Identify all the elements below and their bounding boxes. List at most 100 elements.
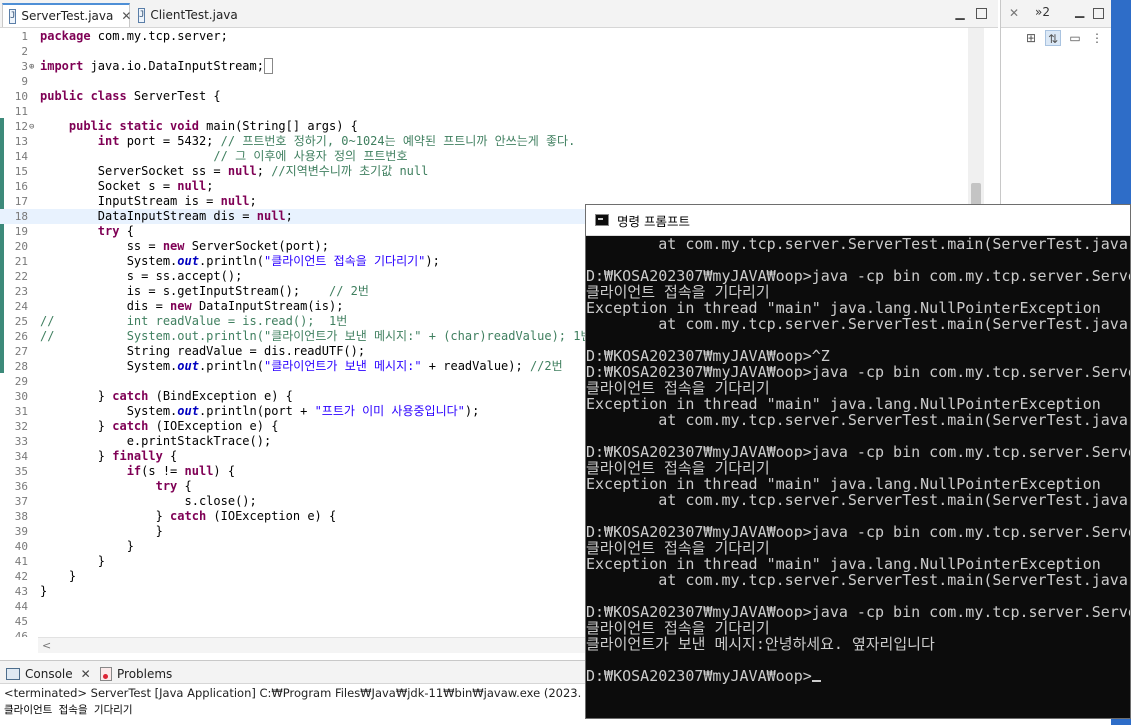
line-number: 18	[14, 210, 28, 223]
code-text: try {	[97, 224, 134, 238]
line-number: 32	[14, 420, 28, 433]
code-line[interactable]: 9	[0, 74, 984, 89]
java-file-icon: J	[138, 7, 146, 23]
collapse-icon[interactable]: ▭	[1067, 30, 1083, 46]
line-number: 35	[14, 465, 28, 478]
expand-icon[interactable]: ⊕	[29, 60, 34, 75]
tab-problems[interactable]: Problems	[100, 664, 172, 684]
code-text: }	[40, 539, 134, 553]
code-text: // System.out.println("클라이언트가 보낸 메시지:" +…	[40, 329, 592, 343]
code-text: InputStream is = null;	[40, 194, 257, 208]
line-number: 36	[14, 480, 28, 493]
cmd-line: D:₩KOSA202307₩myJAVA₩oop>java -cp bin co…	[586, 267, 1131, 285]
sort-icon[interactable]: ⇅	[1045, 30, 1061, 46]
code-line[interactable]: 3 ⊕ import java.io.DataInputStream;	[0, 58, 984, 75]
tab-server-test[interactable]: J ServerTest.java ✕	[2, 3, 131, 27]
java-file-icon: J	[9, 8, 17, 24]
minimize-icon[interactable]: ▁	[953, 6, 967, 20]
tab-label: ServerTest.java	[21, 9, 114, 23]
code-text: ServerSocket ss = null; //지역변수니까 초기값 nul…	[40, 164, 429, 178]
line-number: 29	[14, 375, 28, 388]
cmd-line	[586, 332, 1130, 348]
editor-tab-bar: J ServerTest.java ✕ J ClientTest.java ▁	[0, 0, 998, 28]
cmd-line: Exception in thread "main" java.lang.Nul…	[586, 555, 1101, 573]
cmd-line: 클라이언트 접속을 기다리기	[586, 539, 770, 557]
tab-console[interactable]: Console ✕	[6, 664, 91, 684]
code-text: dis = new DataInputStream(is);	[40, 299, 344, 313]
line-number: 12	[14, 120, 28, 133]
line-number: 33	[14, 435, 28, 448]
scroll-left-arrow-icon[interactable]: <	[42, 639, 51, 652]
line-number: 17	[14, 195, 28, 208]
close-icon[interactable]: ✕	[81, 667, 91, 681]
cmd-line: D:₩KOSA202307₩myJAVA₩oop>	[586, 668, 1130, 684]
text-cursor	[811, 680, 821, 682]
line-number: 41	[14, 555, 28, 568]
code-line[interactable]: 1 package com.my.tcp.server;	[0, 29, 984, 44]
cmd-line: D:₩KOSA202307₩myJAVA₩oop>^Z	[586, 347, 830, 365]
code-line[interactable]: 11	[0, 104, 984, 119]
line-number: 30	[14, 390, 28, 403]
tab-label: ClientTest.java	[150, 8, 238, 22]
code-text: } catch (IOException e) {	[40, 419, 279, 433]
cmd-line: Exception in thread "main" java.lang.Nul…	[586, 299, 1101, 317]
view-menu-icon[interactable]: ⋮	[1089, 30, 1105, 46]
code-text: }	[40, 524, 163, 538]
cmd-line	[586, 588, 1130, 604]
code-text: if(s != null) {	[126, 464, 236, 478]
focus-icon[interactable]: ⊞	[1023, 30, 1039, 46]
cmd-line	[586, 252, 1130, 268]
tab-label: Problems	[117, 667, 173, 681]
view-overflow-button[interactable]: »2	[1035, 5, 1050, 19]
line-number: 1	[21, 30, 28, 43]
line-number: 16	[14, 180, 28, 193]
code-line[interactable]: 14 // 그 이후에 사용자 정의 프트번호	[0, 149, 984, 164]
line-number: 2	[21, 45, 28, 58]
code-line[interactable]: 10 public class ServerTest {	[0, 89, 984, 104]
collapse-icon[interactable]: ⊖	[29, 120, 34, 135]
cmd-output[interactable]: at com.my.tcp.server.ServerTest.main(Ser…	[586, 235, 1131, 684]
tab-client-test[interactable]: J ClientTest.java	[132, 3, 242, 27]
cmd-line: at com.my.tcp.server.ServerTest.main(Ser…	[586, 315, 1131, 333]
cmd-title: 명령 프롬프트	[617, 213, 690, 229]
code-line[interactable]: 15 ServerSocket ss = null; //지역변수니까 초기값 …	[0, 164, 984, 179]
line-number: 20	[14, 240, 28, 253]
line-number: 26	[14, 330, 28, 343]
cmd-line: at com.my.tcp.server.ServerTest.main(Ser…	[586, 411, 1131, 429]
cmd-line: at com.my.tcp.server.ServerTest.main(Ser…	[586, 235, 1131, 253]
code-text: String readValue = dis.readUTF();	[40, 344, 366, 358]
maximize-icon[interactable]	[1093, 8, 1104, 19]
code-text: import java.io.DataInputStream;	[40, 58, 274, 74]
line-number: 24	[14, 300, 28, 313]
close-icon[interactable]: ✕	[121, 9, 131, 23]
code-text: is = s.getInputStream(); // 2번	[40, 284, 369, 298]
code-text: }	[40, 554, 106, 568]
code-text: s.close();	[40, 494, 257, 508]
code-line[interactable]: 2	[0, 44, 984, 59]
code-text: DataInputStream dis = null;	[40, 209, 293, 223]
maximize-icon[interactable]	[976, 8, 987, 19]
console-icon	[6, 668, 20, 680]
code-text: }	[40, 569, 77, 583]
code-line[interactable]: 13 int port = 5432; // 프트번호 정하기, 0~1024는…	[0, 134, 984, 149]
line-number: 43	[14, 585, 28, 598]
command-prompt-window[interactable]: 명령 프롬프트 at com.my.tcp.server.ServerTest.…	[585, 204, 1131, 719]
line-number: 14	[14, 150, 28, 163]
code-text: public class ServerTest {	[40, 89, 221, 103]
code-text: int port = 5432; // 프트번호 정하기, 0~1024는 예약…	[97, 134, 576, 148]
cmd-title-bar[interactable]: 명령 프롬프트	[586, 205, 1130, 236]
line-number: 21	[14, 255, 28, 268]
line-number: 28	[14, 360, 28, 373]
line-number: 39	[14, 525, 28, 538]
line-number: 38	[14, 510, 28, 523]
code-text: System.out.println(port + "프트가 이미 사용중입니다…	[40, 404, 480, 418]
code-line[interactable]: 16 Socket s = null;	[0, 179, 984, 194]
minimize-icon[interactable]: ▁	[1075, 4, 1084, 18]
code-text: Socket s = null;	[40, 179, 214, 193]
cmd-line: 클라이언트 접속을 기다리기	[586, 283, 770, 301]
problems-icon	[100, 667, 112, 681]
line-number: 42	[14, 570, 28, 583]
close-icon[interactable]: ✕	[1009, 6, 1019, 20]
code-text: } catch (BindException e) {	[40, 389, 293, 403]
code-line[interactable]: 12 ⊖ public static void main(String[] arg…	[0, 119, 984, 134]
